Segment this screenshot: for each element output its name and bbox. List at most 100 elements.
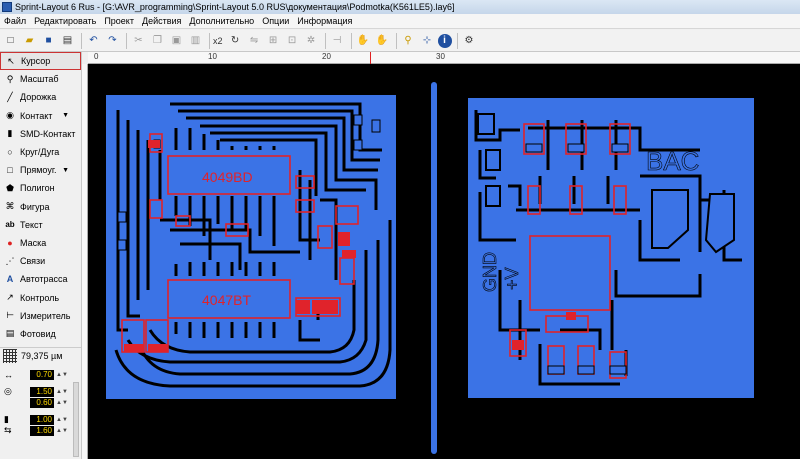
swap-icon: ⇆ — [4, 425, 12, 435]
ic1-label: 4049BD — [202, 169, 253, 185]
properties-icon[interactable]: ⊹ — [419, 32, 436, 49]
unlock-icon[interactable]: ✋ — [374, 32, 391, 49]
spin-arrows-icon[interactable]: ▲▼ — [56, 428, 68, 434]
tool-smd-pad[interactable]: ▮ SMD-Контакт — [0, 125, 81, 143]
tool-cursor[interactable]: ↖ Курсор — [0, 52, 81, 71]
magnifier-icon[interactable]: ⚲ — [400, 32, 417, 49]
cursor-ruler-marker — [370, 52, 371, 64]
print-icon[interactable]: ▤ — [59, 32, 76, 49]
tool-autoroute[interactable]: A Автотрасса — [0, 270, 81, 288]
drc-icon: ↗ — [6, 292, 14, 303]
menu-info[interactable]: Информация — [293, 16, 356, 26]
spin-arrows-icon[interactable]: ▲▼ — [56, 400, 68, 406]
smd-width-field[interactable]: 1.00 — [30, 414, 54, 425]
tool-label: Измеритель — [20, 310, 71, 321]
cut-icon[interactable]: ✂ — [130, 32, 147, 49]
pcb-canvas[interactable]: 4049BD 4047BT BAC GND +V — [88, 64, 800, 459]
pad-outer-row: ◎ 1.50 ▲▼ — [0, 386, 81, 397]
grid-icon — [3, 348, 17, 363]
rectangle-icon: □ — [7, 165, 13, 176]
tool-label: SMD-Контакт — [20, 128, 76, 139]
spin-arrows-icon[interactable]: ▲▼ — [56, 389, 68, 395]
toolbar-separator — [350, 32, 352, 49]
menu-extras[interactable]: Дополнительно — [185, 16, 258, 26]
photoview-icon: ▤ — [5, 328, 15, 339]
tool-drc[interactable]: ↗ Контроль — [0, 288, 81, 306]
tool-label: Прямоуг. — [20, 165, 57, 176]
gnd-label: GND — [480, 252, 500, 292]
settings-gear-icon[interactable]: ⚙ — [461, 32, 478, 49]
tool-label: Связи — [20, 256, 46, 267]
pcb-drawing[interactable]: 4049BD 4047BT BAC GND +V — [88, 64, 800, 459]
mirror-icon[interactable]: ⇋ — [246, 32, 263, 49]
tool-connections[interactable]: ⋰ Связи — [0, 252, 81, 270]
rotate-icon[interactable]: ↻ — [227, 32, 244, 49]
tool-rectangle[interactable]: □ Прямоуг. ▼ — [0, 161, 81, 179]
paste-icon[interactable]: ▣ — [168, 32, 185, 49]
menu-file[interactable]: Файл — [0, 16, 30, 26]
right-board-pour — [468, 98, 754, 398]
ungroup-icon[interactable]: ✲ — [303, 32, 320, 49]
tool-label: Фотовид — [20, 328, 56, 339]
tool-label: Круг/Дуга — [20, 147, 60, 158]
copy-icon[interactable]: ❐ — [149, 32, 166, 49]
track-width-row: ↔ 0.70 ▲▼ — [0, 369, 81, 380]
tool-polygon[interactable]: ⬟ Полигон — [0, 179, 81, 197]
delete-icon[interactable]: ▥ — [187, 32, 204, 49]
pad-size-icon: ◎ — [4, 386, 12, 396]
tool-circle[interactable]: ○ Круг/Дуга — [0, 143, 81, 161]
lock-icon[interactable]: ✋ — [355, 32, 372, 49]
tool-text[interactable]: ab Текст — [0, 216, 81, 234]
menu-actions[interactable]: Действия — [138, 16, 185, 26]
menu-edit[interactable]: Редактировать — [30, 16, 100, 26]
toolbar-separator — [209, 32, 210, 49]
toolbar-separator — [456, 32, 458, 49]
tool-label: Дорожка — [20, 92, 57, 103]
tool-sidebar: ↖ Курсор ⚲ Масштаб ╱ Дорожка ◉ Контакт ▼… — [0, 52, 82, 459]
spin-arrows-icon[interactable]: ▲▼ — [56, 417, 68, 423]
undo-icon[interactable]: ↶ — [85, 32, 102, 49]
connections-icon: ⋰ — [5, 255, 15, 266]
zoom-icon: ⚲ — [6, 73, 14, 84]
dropdown-arrow-icon[interactable]: ▼ — [62, 167, 69, 174]
tool-track[interactable]: ╱ Дорожка — [0, 88, 81, 106]
pad-icon: ◉ — [6, 110, 14, 121]
tool-label: Автотрасса — [20, 274, 68, 285]
redo-icon[interactable]: ↷ — [104, 32, 121, 49]
ruler-label: 20 — [322, 52, 331, 61]
pad-outer-field[interactable]: 1.50 — [30, 386, 54, 397]
component-icon[interactable]: ⊣ — [329, 32, 346, 49]
menu-bar: Файл Редактировать Проект Действия Допол… — [0, 14, 800, 29]
grid-size-display[interactable]: 79,375 µм — [0, 347, 81, 363]
menu-project[interactable]: Проект — [100, 16, 138, 26]
top-ruler: 0 10 20 30 — [88, 52, 800, 64]
track-width-icon: ↔ — [4, 369, 13, 380]
save-icon[interactable]: ■ — [40, 32, 57, 49]
sidebar-scrollbar[interactable] — [73, 382, 79, 457]
dropdown-arrow-icon[interactable]: ▼ — [62, 112, 69, 119]
tool-mask[interactable]: ● Маска — [0, 234, 81, 252]
tool-label: Полигон — [20, 183, 55, 194]
polygon-icon: ⬟ — [6, 182, 14, 193]
open-file-icon[interactable]: ▰ — [21, 32, 38, 49]
align-icon[interactable]: ⊞ — [265, 32, 282, 49]
tool-measure[interactable]: ⊢ Измеритель — [0, 307, 81, 325]
new-file-icon[interactable]: □ — [2, 32, 19, 49]
tool-label: Маска — [20, 237, 47, 248]
duplicate-x2-button[interactable]: x2 — [213, 36, 223, 46]
menu-options[interactable]: Опции — [258, 16, 293, 26]
grid-value: 79,375 µм — [21, 350, 63, 361]
tool-pad[interactable]: ◉ Контакт ▼ — [0, 107, 81, 125]
ruler-label: 30 — [436, 52, 445, 61]
track-width-field[interactable]: 0.70 — [30, 369, 54, 380]
pad-inner-field[interactable]: 0.60 — [30, 397, 54, 408]
group-icon[interactable]: ⊡ — [284, 32, 301, 49]
smd-height-field[interactable]: 1.60 — [30, 425, 54, 436]
app-icon — [2, 2, 12, 12]
tool-shape[interactable]: ⌘ Фигура — [0, 198, 81, 216]
spin-arrows-icon[interactable]: ▲▼ — [56, 372, 68, 378]
tool-photoview[interactable]: ▤ Фотовид — [0, 325, 81, 343]
info-icon[interactable]: i — [437, 33, 452, 48]
ic2-label: 4047BT — [202, 292, 251, 308]
tool-zoom[interactable]: ⚲ Масштаб — [0, 70, 81, 88]
